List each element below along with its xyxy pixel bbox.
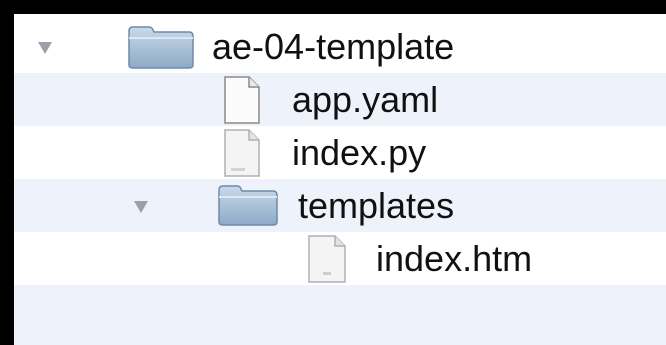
tree-item-label: index.htm (376, 238, 533, 279)
tree-row-app-yaml[interactable]: app.yaml (14, 73, 666, 126)
tree-row-index-htm[interactable]: index.htm (14, 232, 666, 285)
tree-row-empty (14, 285, 666, 345)
disclosure-triangle-expanded-icon[interactable] (38, 42, 52, 54)
disclosure-triangle-expanded-icon[interactable] (134, 201, 148, 213)
folder-icon (218, 185, 278, 226)
tree-row-index-py[interactable]: index.py (14, 126, 666, 179)
tree-item-label: templates (298, 185, 455, 226)
document-icon (224, 76, 260, 124)
python-file-icon (224, 129, 260, 177)
file-tree: ae-04-template app.yaml index.py templat… (14, 14, 666, 345)
html-file-icon (308, 235, 346, 283)
tree-row-ae-04-template[interactable]: ae-04-template (14, 20, 666, 73)
folder-icon (128, 26, 194, 69)
tree-row-templates[interactable]: templates (14, 179, 666, 232)
tree-item-label: index.py (292, 132, 427, 173)
tree-item-label: app.yaml (292, 79, 439, 120)
tree-item-label: ae-04-template (212, 26, 455, 67)
